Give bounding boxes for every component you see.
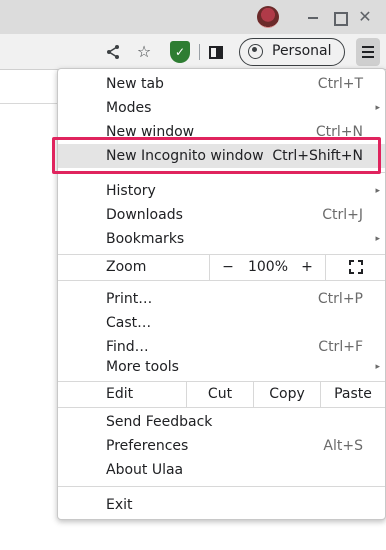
menu-item-label: Exit xyxy=(106,497,133,513)
bookmark-star-icon[interactable]: ☆ xyxy=(133,41,155,63)
minimize-icon[interactable] xyxy=(303,7,323,27)
menu-item-label: New tab xyxy=(106,76,164,92)
menu-item-label: History xyxy=(106,183,156,199)
menu-item-label: Modes xyxy=(106,100,152,116)
highlight-annotation-box xyxy=(52,137,381,174)
profile-button[interactable]: Personal xyxy=(239,38,345,66)
menu-item-label: Bookmarks xyxy=(106,231,185,247)
menu-item-shortcut: Ctrl+J xyxy=(322,207,363,223)
menu-item-label: Cast… xyxy=(106,315,152,331)
cut-button[interactable]: Cut xyxy=(187,382,253,406)
menu-item-label: Downloads xyxy=(106,207,183,223)
menu-item-exit[interactable]: Exit xyxy=(58,493,385,517)
menu-item-history[interactable]: History ▸ xyxy=(58,179,385,203)
copy-button[interactable]: Copy xyxy=(254,382,320,406)
title-bar: ✕ xyxy=(0,0,386,34)
menu-item-label: Send Feedback xyxy=(106,414,213,430)
profile-avatar[interactable] xyxy=(257,6,279,28)
edit-label: Edit xyxy=(106,386,134,402)
menu-item-shortcut: Ctrl+P xyxy=(317,291,363,307)
zoom-separator xyxy=(209,254,210,280)
menu-divider xyxy=(58,280,385,281)
menu-divider xyxy=(58,486,385,487)
menu-item-label: About Ulaa xyxy=(106,462,184,478)
menu-item-modes[interactable]: Modes ▸ xyxy=(58,96,385,120)
menu-item-more-tools[interactable]: More tools ▸ xyxy=(58,355,385,379)
maximize-icon[interactable] xyxy=(329,7,349,27)
menu-item-shortcut: Ctrl+T xyxy=(317,76,363,92)
ulaa-shield-icon[interactable]: ✓ xyxy=(170,41,190,63)
paste-button[interactable]: Paste xyxy=(321,382,385,406)
menu-item-label: Preferences xyxy=(106,438,189,454)
browser-toolbar: ☆ ✓ Personal xyxy=(0,34,386,70)
submenu-arrow-icon: ▸ xyxy=(375,362,380,372)
zoom-label: Zoom xyxy=(106,259,147,275)
menu-item-preferences[interactable]: Preferences Alt+S xyxy=(58,434,385,458)
page-content-divider xyxy=(0,103,58,104)
submenu-arrow-icon: ▸ xyxy=(375,103,380,113)
zoom-separator xyxy=(325,254,326,280)
menu-item-print[interactable]: Print… Ctrl+P xyxy=(58,287,385,311)
profile-label: Personal xyxy=(272,43,332,59)
menu-item-downloads[interactable]: Downloads Ctrl+J xyxy=(58,203,385,227)
menu-item-label: Print… xyxy=(106,291,153,307)
close-icon[interactable]: ✕ xyxy=(355,7,375,27)
share-icon[interactable] xyxy=(102,41,124,63)
submenu-arrow-icon: ▸ xyxy=(375,234,380,244)
zoom-in-button[interactable]: + xyxy=(297,255,317,279)
main-menu: New tab Ctrl+T Modes ▸ New window Ctrl+N… xyxy=(57,68,386,520)
side-panel-icon[interactable] xyxy=(209,46,223,59)
zoom-level: 100% xyxy=(247,259,289,275)
menu-item-new-tab[interactable]: New tab Ctrl+T xyxy=(58,72,385,96)
menu-item-bookmarks[interactable]: Bookmarks ▸ xyxy=(58,227,385,251)
zoom-out-button[interactable]: − xyxy=(218,255,238,279)
fullscreen-icon[interactable] xyxy=(349,260,363,274)
toolbar-divider xyxy=(199,44,200,60)
menu-item-cast[interactable]: Cast… xyxy=(58,311,385,335)
hamburger-menu-icon[interactable] xyxy=(356,38,380,66)
profile-icon xyxy=(248,44,263,59)
menu-item-send-feedback[interactable]: Send Feedback xyxy=(58,410,385,434)
menu-item-about[interactable]: About Ulaa xyxy=(58,458,385,482)
menu-item-label: More tools xyxy=(106,359,179,375)
submenu-arrow-icon: ▸ xyxy=(375,186,380,196)
menu-item-shortcut: Alt+S xyxy=(323,438,363,454)
menu-divider xyxy=(58,407,385,408)
